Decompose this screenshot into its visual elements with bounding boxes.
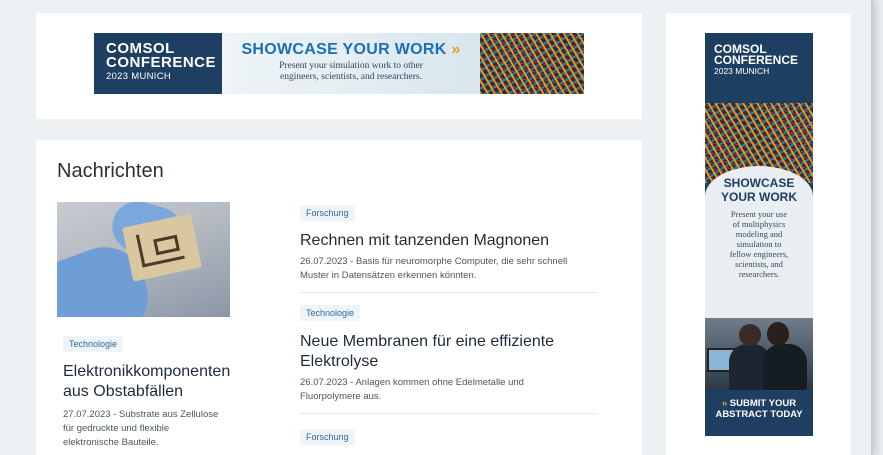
comsol-logo: COMSOL CONFERENCE 2023 MUNICH — [714, 42, 799, 76]
banner-headline: SHOWCASE YOUR WORK — [241, 41, 447, 58]
featured-tag[interactable]: Technologie — [63, 336, 124, 352]
submit-abstract-cta[interactable]: » SUBMIT YOUR ABSTRACT TODAY — [705, 398, 813, 420]
side-subtext: Present your use of multiphysics modelin… — [729, 209, 789, 279]
article-title[interactable]: Rechnen mit tanzenden Magnonen — [300, 231, 549, 251]
article-tag[interactable]: Forschung — [300, 205, 355, 221]
article-tag[interactable]: Technologie — [300, 305, 361, 321]
banner-message: SHOWCASE YOUR WORK » Present your simula… — [222, 33, 480, 94]
side-headline-2: YOUR WORK — [721, 190, 797, 204]
section-title: Nachrichten — [57, 160, 164, 182]
article-title[interactable]: Neue Membranen für eine effiziente Elekt… — [300, 332, 554, 372]
banner-subtext-2: engineers, scientists, and researchers. — [280, 72, 422, 82]
article-tag[interactable]: Forschung — [300, 429, 355, 445]
banner-subtext-1: Present your simulation work to other — [279, 61, 423, 71]
article-desc: 26.07.2023 - Anlagen kommen ohne Edelmet… — [300, 377, 524, 402]
conference-ad-banner[interactable]: COMSOL CONFERENCE 2023 MUNICH SHOWCASE Y… — [94, 33, 584, 94]
cables-image — [480, 33, 584, 94]
featured-title[interactable]: Elektronikkomponenten aus Obstabfällen — [63, 362, 230, 402]
side-ad-message: SHOWCASE YOUR WORK Present your use of m… — [705, 166, 813, 318]
side-headline-1: SHOWCASE — [723, 176, 795, 190]
double-chevron-icon: » — [721, 398, 728, 409]
double-chevron-icon: » — [451, 41, 461, 58]
conference-ad-skyscraper[interactable]: COMSOL CONFERENCE 2023 MUNICH SHOWCASE Y… — [705, 33, 813, 436]
divider — [300, 413, 598, 414]
featured-desc: 27.07.2023 - Substrate aus Zellulose für… — [63, 409, 219, 448]
divider — [300, 292, 598, 293]
people-photo — [705, 318, 813, 390]
comsol-logo: COMSOL CONFERENCE 2023 MUNICH — [106, 40, 217, 82]
article-desc: 26.07.2023 - Basis für neuromorphe Compu… — [300, 256, 568, 281]
featured-article-image[interactable] — [57, 202, 230, 317]
